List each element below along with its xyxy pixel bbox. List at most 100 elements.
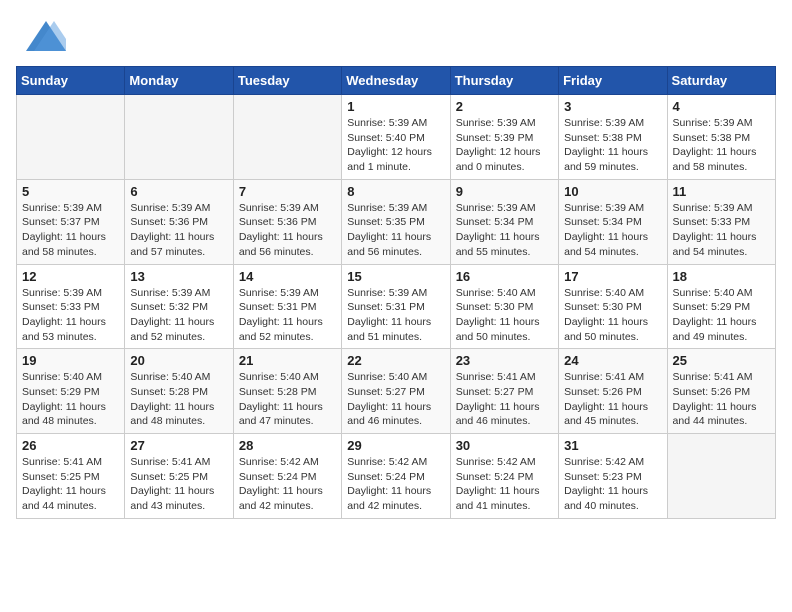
day-content: Sunrise: 5:39 AM Sunset: 5:39 PM Dayligh… <box>456 116 553 175</box>
day-number: 23 <box>456 353 553 368</box>
day-number: 26 <box>22 438 119 453</box>
calendar-cell: 6 Sunrise: 5:39 AM Sunset: 5:36 PM Daylig… <box>125 179 233 264</box>
calendar-cell: 27 Sunrise: 5:41 AM Sunset: 5:25 PM Dayli… <box>125 434 233 519</box>
day-number: 13 <box>130 269 227 284</box>
day-content: Sunrise: 5:42 AM Sunset: 5:23 PM Dayligh… <box>564 455 661 514</box>
day-number: 17 <box>564 269 661 284</box>
week-row-1: 5 Sunrise: 5:39 AM Sunset: 5:37 PM Daylig… <box>17 179 776 264</box>
day-content: Sunrise: 5:42 AM Sunset: 5:24 PM Dayligh… <box>347 455 444 514</box>
day-content: Sunrise: 5:39 AM Sunset: 5:31 PM Dayligh… <box>347 286 444 345</box>
day-number: 29 <box>347 438 444 453</box>
calendar-cell: 19Sunrise: 5:40 AM Sunset: 5:29 PM Dayli… <box>17 349 125 434</box>
calendar-cell <box>667 434 775 519</box>
day-content: Sunrise: 5:39 AM Sunset: 5:35 PM Dayligh… <box>347 201 444 260</box>
day-content: Sunrise: 5:40 AM Sunset: 5:27 PM Dayligh… <box>347 370 444 429</box>
day-content: Sunrise: 5:41 AM Sunset: 5:25 PM Dayligh… <box>22 455 119 514</box>
calendar-cell: 16 Sunrise: 5:40 AM Sunset: 5:30 PM Dayli… <box>450 264 558 349</box>
week-row-3: 19Sunrise: 5:40 AM Sunset: 5:29 PM Dayli… <box>17 349 776 434</box>
day-content: Sunrise: 5:39 AM Sunset: 5:37 PM Dayligh… <box>22 201 119 260</box>
day-number: 1 <box>347 99 444 114</box>
day-number: 2 <box>456 99 553 114</box>
calendar-cell: 29 Sunrise: 5:42 AM Sunset: 5:24 PM Dayli… <box>342 434 450 519</box>
day-content: Sunrise: 5:42 AM Sunset: 5:24 PM Dayligh… <box>239 455 336 514</box>
day-number: 4 <box>673 99 770 114</box>
day-number: 31 <box>564 438 661 453</box>
day-content: Sunrise: 5:39 AM Sunset: 5:38 PM Dayligh… <box>673 116 770 175</box>
day-number: 7 <box>239 184 336 199</box>
day-content: Sunrise: 5:41 AM Sunset: 5:25 PM Dayligh… <box>130 455 227 514</box>
calendar-cell: 23Sunrise: 5:41 AM Sunset: 5:27 PM Dayli… <box>450 349 558 434</box>
day-number: 3 <box>564 99 661 114</box>
day-content: Sunrise: 5:40 AM Sunset: 5:28 PM Dayligh… <box>239 370 336 429</box>
week-row-2: 12Sunrise: 5:39 AM Sunset: 5:33 PM Dayli… <box>17 264 776 349</box>
day-content: Sunrise: 5:39 AM Sunset: 5:31 PM Dayligh… <box>239 286 336 345</box>
day-content: Sunrise: 5:40 AM Sunset: 5:30 PM Dayligh… <box>456 286 553 345</box>
weekday-saturday: Saturday <box>667 67 775 95</box>
day-number: 21 <box>239 353 336 368</box>
calendar-cell: 15 Sunrise: 5:39 AM Sunset: 5:31 PM Dayli… <box>342 264 450 349</box>
calendar-cell: 13 Sunrise: 5:39 AM Sunset: 5:32 PM Dayli… <box>125 264 233 349</box>
day-content: Sunrise: 5:42 AM Sunset: 5:24 PM Dayligh… <box>456 455 553 514</box>
day-content: Sunrise: 5:39 AM Sunset: 5:34 PM Dayligh… <box>564 201 661 260</box>
day-number: 10 <box>564 184 661 199</box>
day-content: Sunrise: 5:39 AM Sunset: 5:36 PM Dayligh… <box>239 201 336 260</box>
calendar-cell: 10 Sunrise: 5:39 AM Sunset: 5:34 PM Dayli… <box>559 179 667 264</box>
weekday-sunday: Sunday <box>17 67 125 95</box>
calendar-cell: 9 Sunrise: 5:39 AM Sunset: 5:34 PM Daylig… <box>450 179 558 264</box>
weekday-friday: Friday <box>559 67 667 95</box>
day-content: Sunrise: 5:39 AM Sunset: 5:38 PM Dayligh… <box>564 116 661 175</box>
calendar-cell: 30 Sunrise: 5:42 AM Sunset: 5:24 PM Dayli… <box>450 434 558 519</box>
day-content: Sunrise: 5:39 AM Sunset: 5:40 PM Dayligh… <box>347 116 444 175</box>
day-number: 9 <box>456 184 553 199</box>
day-number: 19 <box>22 353 119 368</box>
weekday-tuesday: Tuesday <box>233 67 341 95</box>
calendar-cell: 24Sunrise: 5:41 AM Sunset: 5:26 PM Dayli… <box>559 349 667 434</box>
calendar-cell: 7 Sunrise: 5:39 AM Sunset: 5:36 PM Daylig… <box>233 179 341 264</box>
day-content: Sunrise: 5:39 AM Sunset: 5:34 PM Dayligh… <box>456 201 553 260</box>
logo-icon <box>16 16 66 56</box>
calendar-cell: 28 Sunrise: 5:42 AM Sunset: 5:24 PM Dayli… <box>233 434 341 519</box>
weekday-thursday: Thursday <box>450 67 558 95</box>
calendar-cell: 8Sunrise: 5:39 AM Sunset: 5:35 PM Daylig… <box>342 179 450 264</box>
calendar-header: SundayMondayTuesdayWednesdayThursdayFrid… <box>17 67 776 95</box>
calendar-cell: 4 Sunrise: 5:39 AM Sunset: 5:38 PM Daylig… <box>667 95 775 180</box>
day-number: 25 <box>673 353 770 368</box>
day-number: 24 <box>564 353 661 368</box>
calendar-cell: 20Sunrise: 5:40 AM Sunset: 5:28 PM Dayli… <box>125 349 233 434</box>
day-number: 11 <box>673 184 770 199</box>
page-header <box>16 16 776 56</box>
day-content: Sunrise: 5:39 AM Sunset: 5:33 PM Dayligh… <box>22 286 119 345</box>
calendar-cell: 31 Sunrise: 5:42 AM Sunset: 5:23 PM Dayli… <box>559 434 667 519</box>
calendar-body: 1 Sunrise: 5:39 AM Sunset: 5:40 PM Daylig… <box>17 95 776 519</box>
calendar-cell: 5 Sunrise: 5:39 AM Sunset: 5:37 PM Daylig… <box>17 179 125 264</box>
day-number: 28 <box>239 438 336 453</box>
calendar-cell: 12Sunrise: 5:39 AM Sunset: 5:33 PM Dayli… <box>17 264 125 349</box>
calendar-cell: 1 Sunrise: 5:39 AM Sunset: 5:40 PM Daylig… <box>342 95 450 180</box>
day-number: 18 <box>673 269 770 284</box>
calendar-table: SundayMondayTuesdayWednesdayThursdayFrid… <box>16 66 776 519</box>
weekday-monday: Monday <box>125 67 233 95</box>
day-content: Sunrise: 5:39 AM Sunset: 5:32 PM Dayligh… <box>130 286 227 345</box>
calendar-cell: 25Sunrise: 5:41 AM Sunset: 5:26 PM Dayli… <box>667 349 775 434</box>
day-number: 15 <box>347 269 444 284</box>
weekday-wednesday: Wednesday <box>342 67 450 95</box>
calendar-cell: 18 Sunrise: 5:40 AM Sunset: 5:29 PM Dayli… <box>667 264 775 349</box>
week-row-4: 26 Sunrise: 5:41 AM Sunset: 5:25 PM Dayli… <box>17 434 776 519</box>
day-content: Sunrise: 5:39 AM Sunset: 5:33 PM Dayligh… <box>673 201 770 260</box>
day-number: 16 <box>456 269 553 284</box>
week-row-0: 1 Sunrise: 5:39 AM Sunset: 5:40 PM Daylig… <box>17 95 776 180</box>
calendar-cell: 22 Sunrise: 5:40 AM Sunset: 5:27 PM Dayli… <box>342 349 450 434</box>
calendar-cell: 17Sunrise: 5:40 AM Sunset: 5:30 PM Dayli… <box>559 264 667 349</box>
calendar-cell: 11 Sunrise: 5:39 AM Sunset: 5:33 PM Dayli… <box>667 179 775 264</box>
logo <box>16 16 66 56</box>
day-number: 30 <box>456 438 553 453</box>
day-content: Sunrise: 5:39 AM Sunset: 5:36 PM Dayligh… <box>130 201 227 260</box>
day-number: 5 <box>22 184 119 199</box>
day-content: Sunrise: 5:40 AM Sunset: 5:29 PM Dayligh… <box>673 286 770 345</box>
calendar-cell <box>125 95 233 180</box>
day-number: 27 <box>130 438 227 453</box>
day-number: 14 <box>239 269 336 284</box>
day-number: 22 <box>347 353 444 368</box>
day-number: 6 <box>130 184 227 199</box>
calendar-cell: 14 Sunrise: 5:39 AM Sunset: 5:31 PM Dayli… <box>233 264 341 349</box>
